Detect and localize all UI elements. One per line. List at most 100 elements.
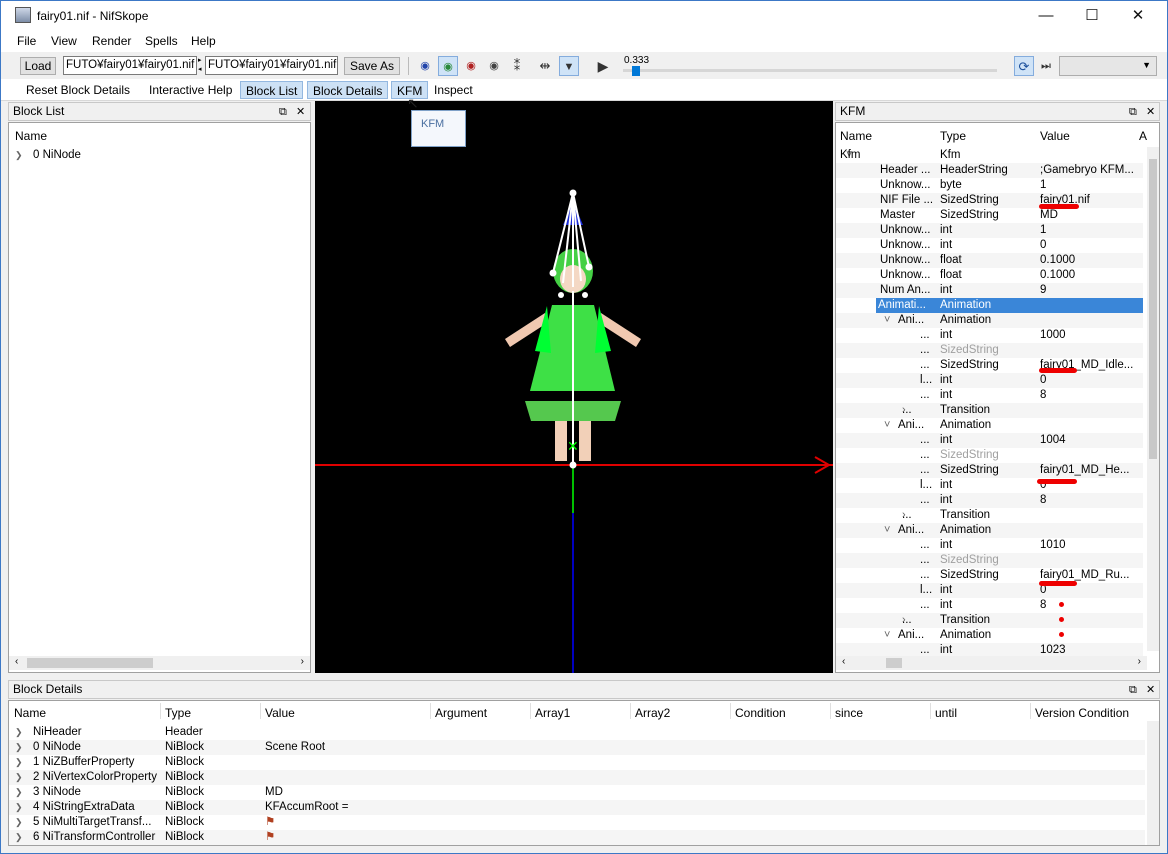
close-dock-icon[interactable]: ✕ bbox=[296, 104, 305, 121]
load-button[interactable]: Load bbox=[20, 57, 56, 75]
eye-red-icon[interactable]: ◉ bbox=[461, 56, 481, 76]
column-header-type[interactable]: Type bbox=[940, 129, 966, 143]
column-header-array1[interactable]: Array1 bbox=[535, 706, 570, 720]
table-row[interactable]: ❯ 0 NiNode NiBlock Scene Root bbox=[9, 740, 1145, 755]
menu-render[interactable]: Render bbox=[92, 34, 131, 48]
scroll-thumb[interactable] bbox=[1149, 159, 1157, 459]
tab-block-details[interactable]: Block Details bbox=[307, 81, 389, 99]
tree-row[interactable]: ... int 8 bbox=[836, 598, 1143, 613]
tab-interactive-help[interactable]: Interactive Help bbox=[144, 81, 237, 99]
chevron-down-icon[interactable]: ˅ bbox=[884, 523, 890, 538]
tree-row[interactable]: ... int 8 bbox=[836, 493, 1143, 508]
column-header-name[interactable]: Name bbox=[14, 706, 46, 720]
tree-row[interactable]: ... int 8 bbox=[836, 388, 1143, 403]
column-divider[interactable] bbox=[830, 703, 831, 719]
close-dock-icon[interactable]: ✕ bbox=[1146, 104, 1155, 121]
column-header-arg[interactable]: A bbox=[1139, 129, 1147, 143]
column-divider[interactable] bbox=[430, 703, 431, 719]
eye-green-icon[interactable]: ◉ bbox=[438, 56, 458, 76]
tree-row[interactable]: ... SizedString bbox=[836, 553, 1143, 568]
column-header-argument[interactable]: Argument bbox=[435, 706, 487, 720]
column-header-until[interactable]: until bbox=[935, 706, 957, 720]
table-row[interactable]: ❯ 1 NiZBufferProperty NiBlock bbox=[9, 755, 1145, 770]
column-header-value[interactable]: Value bbox=[265, 706, 295, 720]
tree-row[interactable]: Unknow... byte 1 bbox=[836, 178, 1143, 193]
column-header-array2[interactable]: Array2 bbox=[635, 706, 670, 720]
load-path-field[interactable]: FUTO¥fairy01¥fairy01.nif bbox=[63, 56, 197, 75]
chevron-right-icon[interactable]: ❯ bbox=[15, 815, 23, 830]
column-header-since[interactable]: since bbox=[835, 706, 863, 720]
save-as-button[interactable]: Save As bbox=[344, 57, 400, 75]
float-icon[interactable]: ⧉ bbox=[1129, 104, 1137, 121]
close-dock-icon[interactable]: ✕ bbox=[1146, 682, 1155, 699]
scroll-left-icon[interactable]: ‹ bbox=[15, 656, 18, 667]
minimize-button[interactable]: — bbox=[1023, 1, 1069, 31]
tree-row[interactable]: ... int 1010 bbox=[836, 538, 1143, 553]
vertical-scrollbar[interactable] bbox=[1147, 721, 1159, 845]
time-slider-handle[interactable] bbox=[632, 66, 640, 76]
chevron-down-icon[interactable]: ˅ bbox=[866, 298, 872, 313]
chevron-right-icon[interactable]: ❯ bbox=[15, 800, 23, 815]
column-header-name[interactable]: Name bbox=[840, 129, 872, 143]
column-divider[interactable] bbox=[260, 703, 261, 719]
tree-row[interactable]: ... int 1000 bbox=[836, 328, 1143, 343]
chevron-right-icon[interactable]: ❯ bbox=[15, 785, 23, 800]
table-row[interactable]: ❯ 4 NiStringExtraData NiBlock KFAccumRoot = bbox=[9, 800, 1145, 815]
chevron-right-icon[interactable]: ❯ bbox=[15, 725, 23, 740]
tab-reset-block-details[interactable]: Reset Block Details bbox=[21, 81, 135, 99]
tree-row[interactable]: ›... Transition bbox=[836, 403, 1143, 418]
tab-block-list[interactable]: Block List bbox=[240, 81, 304, 99]
column-divider[interactable] bbox=[730, 703, 731, 719]
chevron-right-icon[interactable]: ❯ bbox=[15, 830, 23, 845]
chevron-right-icon[interactable]: ❯ bbox=[15, 770, 23, 785]
save-path-field[interactable]: FUTO¥fairy01¥fairy01.nif bbox=[205, 56, 338, 75]
tree-row[interactable]: ›... Transition bbox=[836, 613, 1143, 628]
tree-row[interactable]: Num An... int 9 bbox=[836, 283, 1143, 298]
tree-row[interactable]: ˅ Ani... Animation bbox=[836, 418, 1143, 433]
tree-row[interactable]: Unknow... int 1 bbox=[836, 223, 1143, 238]
play-icon[interactable]: ▶ bbox=[593, 56, 613, 76]
column-header-type[interactable]: Type bbox=[165, 706, 191, 720]
tab-inspect[interactable]: Inspect bbox=[429, 81, 478, 99]
footprints-icon[interactable]: ⁑ bbox=[507, 56, 527, 76]
chevron-right-icon[interactable]: ❯ bbox=[15, 148, 23, 163]
menu-file[interactable]: File bbox=[17, 34, 36, 48]
close-button[interactable]: ✕ bbox=[1115, 1, 1161, 31]
tree-row[interactable]: Unknow... float 0.1000 bbox=[836, 268, 1143, 283]
tree-row[interactable]: ˅ Kfm Kfm bbox=[836, 148, 1143, 163]
table-row[interactable]: ❯ 3 NiNode NiBlock MD bbox=[9, 785, 1145, 800]
table-row[interactable]: ❯ NiHeader Header bbox=[9, 725, 1145, 740]
float-icon[interactable]: ⧉ bbox=[1129, 682, 1137, 699]
eye-gray-icon[interactable]: ◉ bbox=[484, 56, 504, 76]
tree-row[interactable]: ˅ Animati... Animation bbox=[866, 298, 1143, 313]
tree-row[interactable]: l... int 0 bbox=[836, 373, 1143, 388]
column-header-value[interactable]: Value bbox=[1040, 129, 1070, 143]
column-header-name[interactable]: Name bbox=[15, 129, 47, 143]
tree-row[interactable]: ... SizedString fairy01_MD_He... bbox=[836, 463, 1143, 478]
chevron-right-icon[interactable]: ❯ bbox=[15, 755, 23, 770]
vertical-scrollbar[interactable] bbox=[1147, 147, 1159, 651]
maximize-button[interactable]: ☐ bbox=[1069, 1, 1115, 31]
tree-row[interactable]: ˅ Ani... Animation bbox=[836, 523, 1143, 538]
float-icon[interactable]: ⧉ bbox=[279, 104, 287, 121]
tree-row[interactable]: l... int 0 bbox=[836, 478, 1143, 493]
scroll-left-icon[interactable]: ‹ bbox=[842, 656, 845, 667]
view-dropdown-icon[interactable]: ▼ bbox=[559, 56, 579, 76]
column-divider[interactable] bbox=[530, 703, 531, 719]
column-divider[interactable] bbox=[930, 703, 931, 719]
scroll-thumb[interactable] bbox=[27, 658, 153, 668]
tree-row[interactable]: ... SizedString fairy01_MD_Ru... bbox=[836, 568, 1143, 583]
tree-row[interactable]: ˅ Ani... Animation bbox=[836, 313, 1143, 328]
list-item[interactable]: ❯ 0 NiNode bbox=[9, 148, 310, 163]
tree-row[interactable]: ... SizedString bbox=[836, 343, 1143, 358]
path-swap-icon[interactable]: ▸ ◂ bbox=[198, 56, 202, 74]
chevron-down-icon[interactable]: ˅ bbox=[884, 313, 890, 328]
render-viewport[interactable]: ✕ bbox=[315, 101, 833, 673]
tree-row[interactable]: l... int 0 bbox=[836, 583, 1143, 598]
column-divider[interactable] bbox=[160, 703, 161, 719]
tree-row[interactable]: ... SizedString bbox=[836, 448, 1143, 463]
tree-row[interactable]: ... int 1004 bbox=[836, 433, 1143, 448]
tree-row[interactable]: Unknow... float 0.1000 bbox=[836, 253, 1143, 268]
chevron-right-icon[interactable]: ❯ bbox=[15, 740, 23, 755]
chevron-down-icon[interactable]: ˅ bbox=[884, 628, 890, 643]
